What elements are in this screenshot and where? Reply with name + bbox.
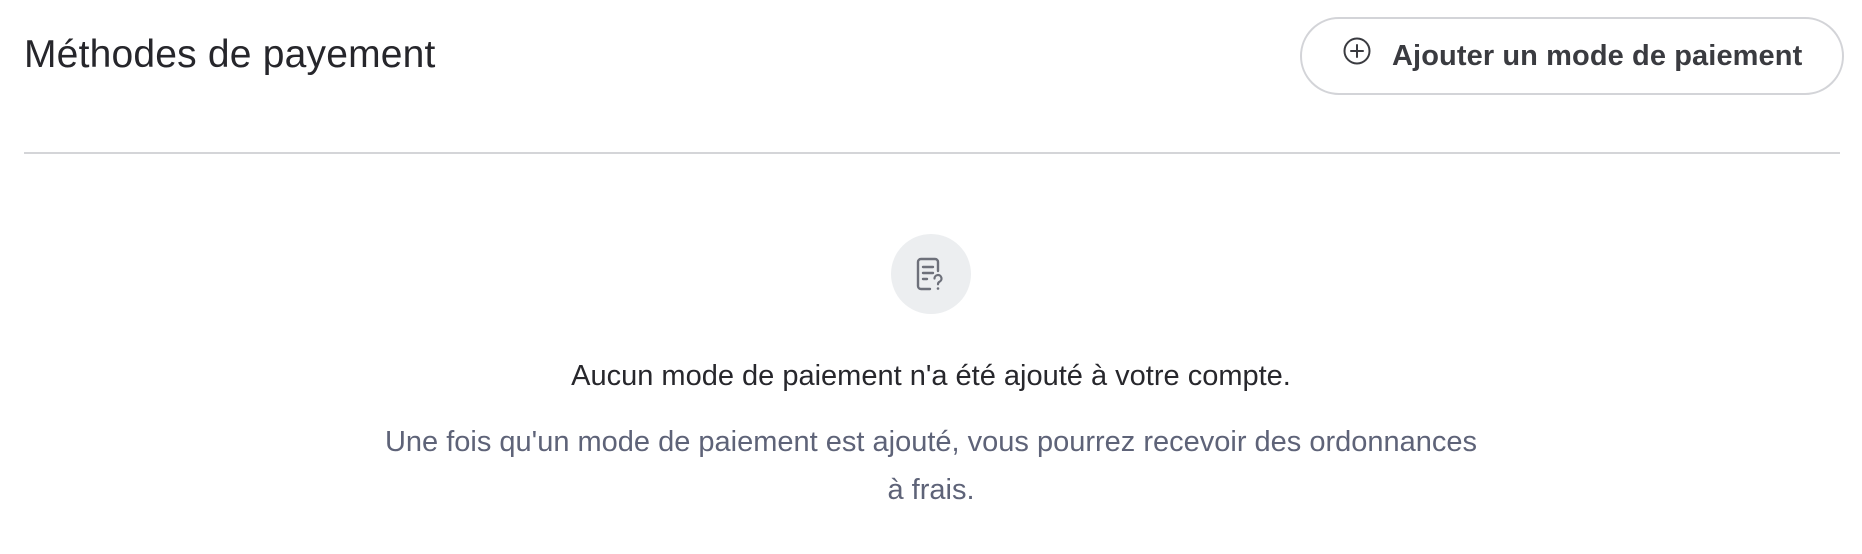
empty-state: Aucun mode de paiement n'a été ajouté à … xyxy=(0,234,1862,514)
add-payment-method-button[interactable]: Ajouter un mode de paiement xyxy=(1300,17,1844,95)
empty-state-title: Aucun mode de paiement n'a été ajouté à … xyxy=(571,360,1291,392)
plus-circle-icon xyxy=(1342,36,1372,66)
page-header: Méthodes de payement Ajouter un mode de … xyxy=(24,0,1844,154)
document-question-icon xyxy=(891,234,971,314)
page-title: Méthodes de payement xyxy=(24,33,436,76)
add-payment-method-label: Ajouter un mode de paiement xyxy=(1392,39,1803,72)
empty-state-description: Une fois qu'un mode de paiement est ajou… xyxy=(384,426,1478,506)
